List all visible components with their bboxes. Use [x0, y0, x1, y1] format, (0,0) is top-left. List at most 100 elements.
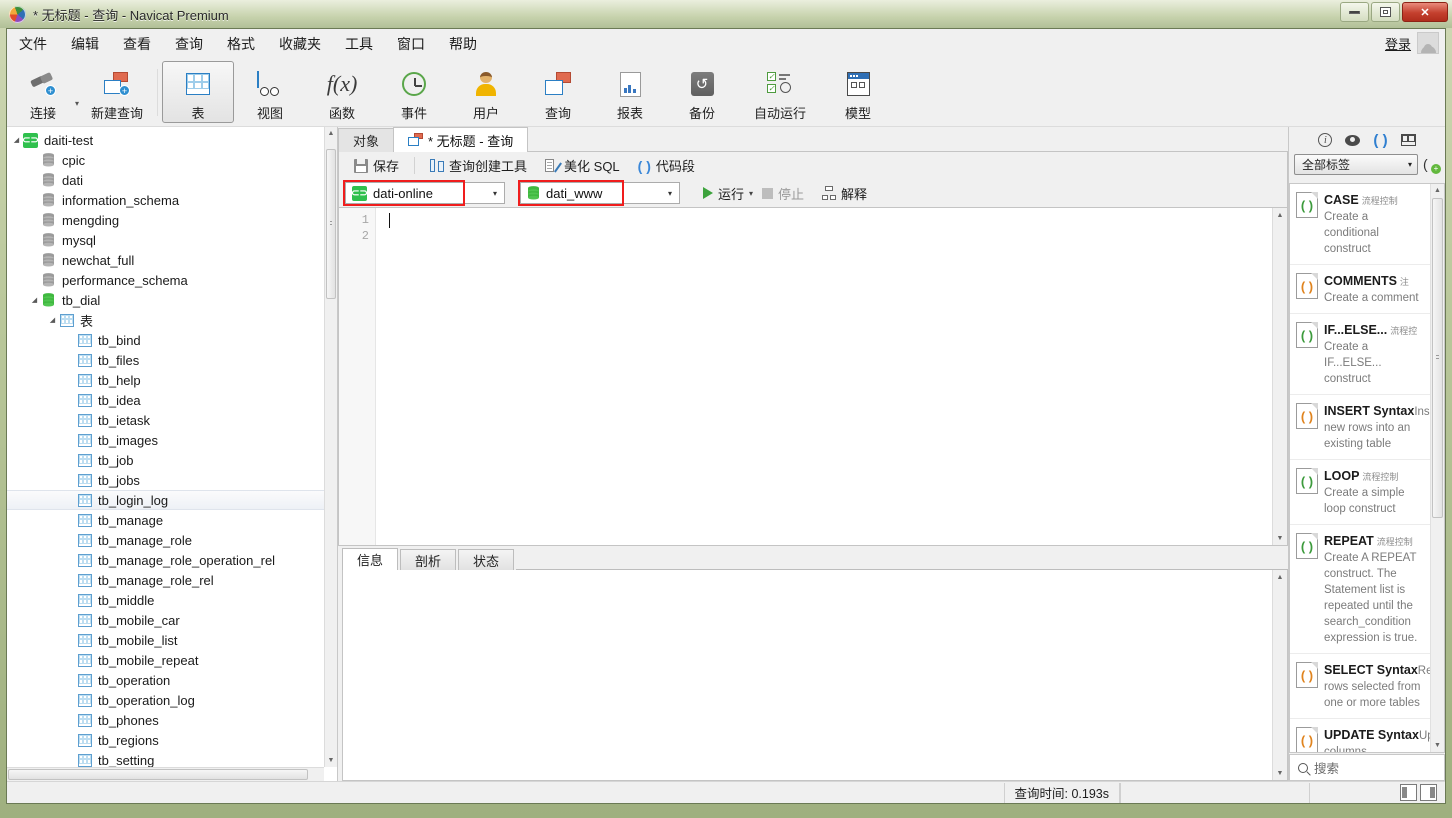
database-tree[interactable]: ◢ ⊂⊃ daiti-test cpic dati information_schema m… [7, 127, 324, 767]
toolbar-button-event[interactable]: 事件 [378, 61, 450, 123]
menu-item-file[interactable]: 文件 [7, 29, 59, 59]
menu-item-window[interactable]: 窗口 [385, 29, 437, 59]
chevron-down-icon[interactable]: ▾ [661, 183, 679, 203]
tree-node[interactable]: tb_manage_role [7, 530, 324, 550]
snippet-item[interactable]: ( )SELECT SyntaxRetrieve rows selected f… [1290, 654, 1430, 719]
scrollbar-thumb[interactable] [8, 769, 308, 780]
tree-node[interactable]: tb_mobile_car [7, 610, 324, 630]
code-paren-icon[interactable]: ( ) [1373, 132, 1387, 149]
tree-horizontal-scrollbar[interactable] [7, 767, 324, 781]
tree-node[interactable]: dati [7, 170, 324, 190]
chevron-down-icon[interactable]: ▾ [1408, 160, 1412, 169]
beautify-sql-button[interactable]: 美化 SQL [536, 152, 629, 179]
query-builder-button[interactable]: 查询创建工具 [421, 152, 536, 179]
toolbar-button-new-query[interactable]: + 新建查询 [81, 61, 153, 123]
snippet-item[interactable]: ( )UPDATE SyntaxUpdates columns [1290, 719, 1430, 752]
tab-status[interactable]: 状态 [458, 549, 515, 570]
snippet-item[interactable]: ( )INSERT SyntaxInsert new rows into an … [1290, 395, 1430, 460]
tree-node[interactable]: tb_jobs [7, 470, 324, 490]
tree-node[interactable]: tb_images [7, 430, 324, 450]
scrollbar-thumb[interactable] [1432, 198, 1443, 518]
snippet-item[interactable]: ( ) LOOP 流程控制 Create a simple loop construc… [1290, 460, 1430, 525]
tree-node[interactable]: tb_middle [7, 590, 324, 610]
eye-icon[interactable] [1345, 134, 1361, 146]
toggle-right-pane-button[interactable] [1420, 784, 1437, 801]
snippet-item[interactable]: ( ) IF...ELSE... 流程控 Create a IF...ELSE... … [1290, 314, 1430, 395]
tree-node[interactable]: tb_ietask [7, 410, 324, 430]
scroll-down-arrow-icon[interactable]: ▼ [1273, 531, 1287, 545]
toolbar-button-function[interactable]: f(x) 函数 [306, 61, 378, 123]
editor-vertical-scrollbar[interactable]: ▲ ▼ [1272, 208, 1287, 545]
tree-node[interactable]: information_schema [7, 190, 324, 210]
tab-profile[interactable]: 剖析 [400, 549, 457, 570]
tree-node[interactable]: tb_manage_role_operation_rel [7, 550, 324, 570]
avatar[interactable] [1417, 32, 1439, 54]
tree-node[interactable]: tb_setting [7, 750, 324, 767]
database-dropdown[interactable]: dati_www ▾ [518, 180, 680, 206]
tree-node[interactable]: mysql [7, 230, 324, 250]
chevron-expanded-icon[interactable]: ◢ [29, 296, 40, 304]
tab-untitled-query[interactable]: * 无标题 - 查询 [393, 127, 529, 152]
menu-item-format[interactable]: 格式 [215, 29, 267, 59]
menu-item-help[interactable]: 帮助 [437, 29, 489, 59]
toolbar-button-model[interactable]: 模型 [822, 61, 894, 123]
tree-node[interactable]: tb_job [7, 450, 324, 470]
save-button[interactable]: 保存 [345, 152, 408, 179]
menu-item-view[interactable]: 查看 [111, 29, 163, 59]
menu-item-tools[interactable]: 工具 [333, 29, 385, 59]
tree-node[interactable]: tb_regions [7, 730, 324, 750]
editor-code-area[interactable] [377, 212, 1271, 545]
menu-item-favorites[interactable]: 收藏夹 [267, 29, 333, 59]
info-icon[interactable]: i [1318, 133, 1333, 147]
toolbar-button-report[interactable]: 报表 [594, 61, 666, 123]
table-grid-icon[interactable] [1400, 134, 1416, 146]
tree-node[interactable]: tb_phones [7, 710, 324, 730]
results-vertical-scrollbar[interactable]: ▲ ▼ [1272, 570, 1287, 780]
tree-node[interactable]: tb_manage_role_rel [7, 570, 324, 590]
tree-node[interactable]: tb_idea [7, 390, 324, 410]
scroll-up-arrow-icon[interactable]: ▲ [1273, 570, 1287, 584]
code-snippet-button[interactable]: ( ) 代码段 [629, 152, 704, 179]
tab-info[interactable]: 信息 [342, 548, 399, 570]
toolbar-button-automation[interactable]: ✓ ✓ 自动运行 [738, 61, 822, 123]
connection-dropdown-caret-icon[interactable]: ▾ [75, 79, 79, 108]
snippet-search-box[interactable]: 搜索 [1289, 754, 1445, 781]
tree-node[interactable]: cpic [7, 150, 324, 170]
tree-node[interactable]: newchat_full [7, 250, 324, 270]
tree-node[interactable]: performance_schema [7, 270, 324, 290]
results-message-body[interactable]: ▲ ▼ [342, 570, 1288, 781]
tree-node[interactable]: tb_manage [7, 510, 324, 530]
tree-node[interactable]: tb_login_log [7, 490, 324, 510]
maximize-button[interactable] [1371, 2, 1400, 22]
scroll-down-arrow-icon[interactable]: ▼ [1431, 739, 1444, 752]
tree-node[interactable]: ◢ 表 [7, 310, 324, 330]
snippet-vertical-scrollbar[interactable]: ▲ ▼ [1430, 184, 1444, 752]
minimize-button[interactable] [1340, 2, 1369, 22]
menu-item-query[interactable]: 查询 [163, 29, 215, 59]
tree-node[interactable]: tb_mobile_list [7, 630, 324, 650]
chevron-expanded-icon[interactable]: ◢ [47, 316, 58, 324]
toolbar-button-query[interactable]: 查询 [522, 61, 594, 123]
toolbar-button-table[interactable]: 表 [162, 61, 235, 123]
tree-node[interactable]: mengding [7, 210, 324, 230]
toolbar-button-view[interactable]: 视图 [234, 61, 306, 123]
scroll-up-arrow-icon[interactable]: ▲ [1273, 208, 1287, 222]
run-button[interactable]: 运行 [694, 180, 753, 207]
tree-node[interactable]: tb_files [7, 350, 324, 370]
stop-button[interactable]: 停止 [753, 180, 813, 207]
scroll-up-arrow-icon[interactable]: ▲ [1431, 184, 1444, 197]
menu-item-edit[interactable]: 编辑 [59, 29, 111, 59]
tree-node[interactable]: tb_operation [7, 670, 324, 690]
tree-node[interactable]: tb_help [7, 370, 324, 390]
snippet-item[interactable]: ( ) COMMENTS 注 Create a comment [1290, 265, 1430, 314]
snippet-list[interactable]: ( ) CASE 流程控制Create a conditional construc… [1290, 184, 1430, 752]
snippet-item[interactable]: ( ) REPEAT 流程控制 Create A REPEAT construct. … [1290, 525, 1430, 654]
login-link[interactable]: 登录 [1385, 34, 1411, 53]
tree-node[interactable]: tb_operation_log [7, 690, 324, 710]
scroll-down-arrow-icon[interactable]: ▼ [1273, 766, 1287, 780]
connection-dropdown[interactable]: ⊂⊃ dati-online ▾ [343, 180, 505, 206]
toolbar-button-connection[interactable]: + 连接 [7, 61, 79, 123]
toolbar-button-user[interactable]: 用户 [450, 61, 522, 123]
tree-node[interactable]: tb_mobile_repeat [7, 650, 324, 670]
snippet-item[interactable]: ( ) CASE 流程控制 Create a conditional construc… [1290, 184, 1430, 265]
